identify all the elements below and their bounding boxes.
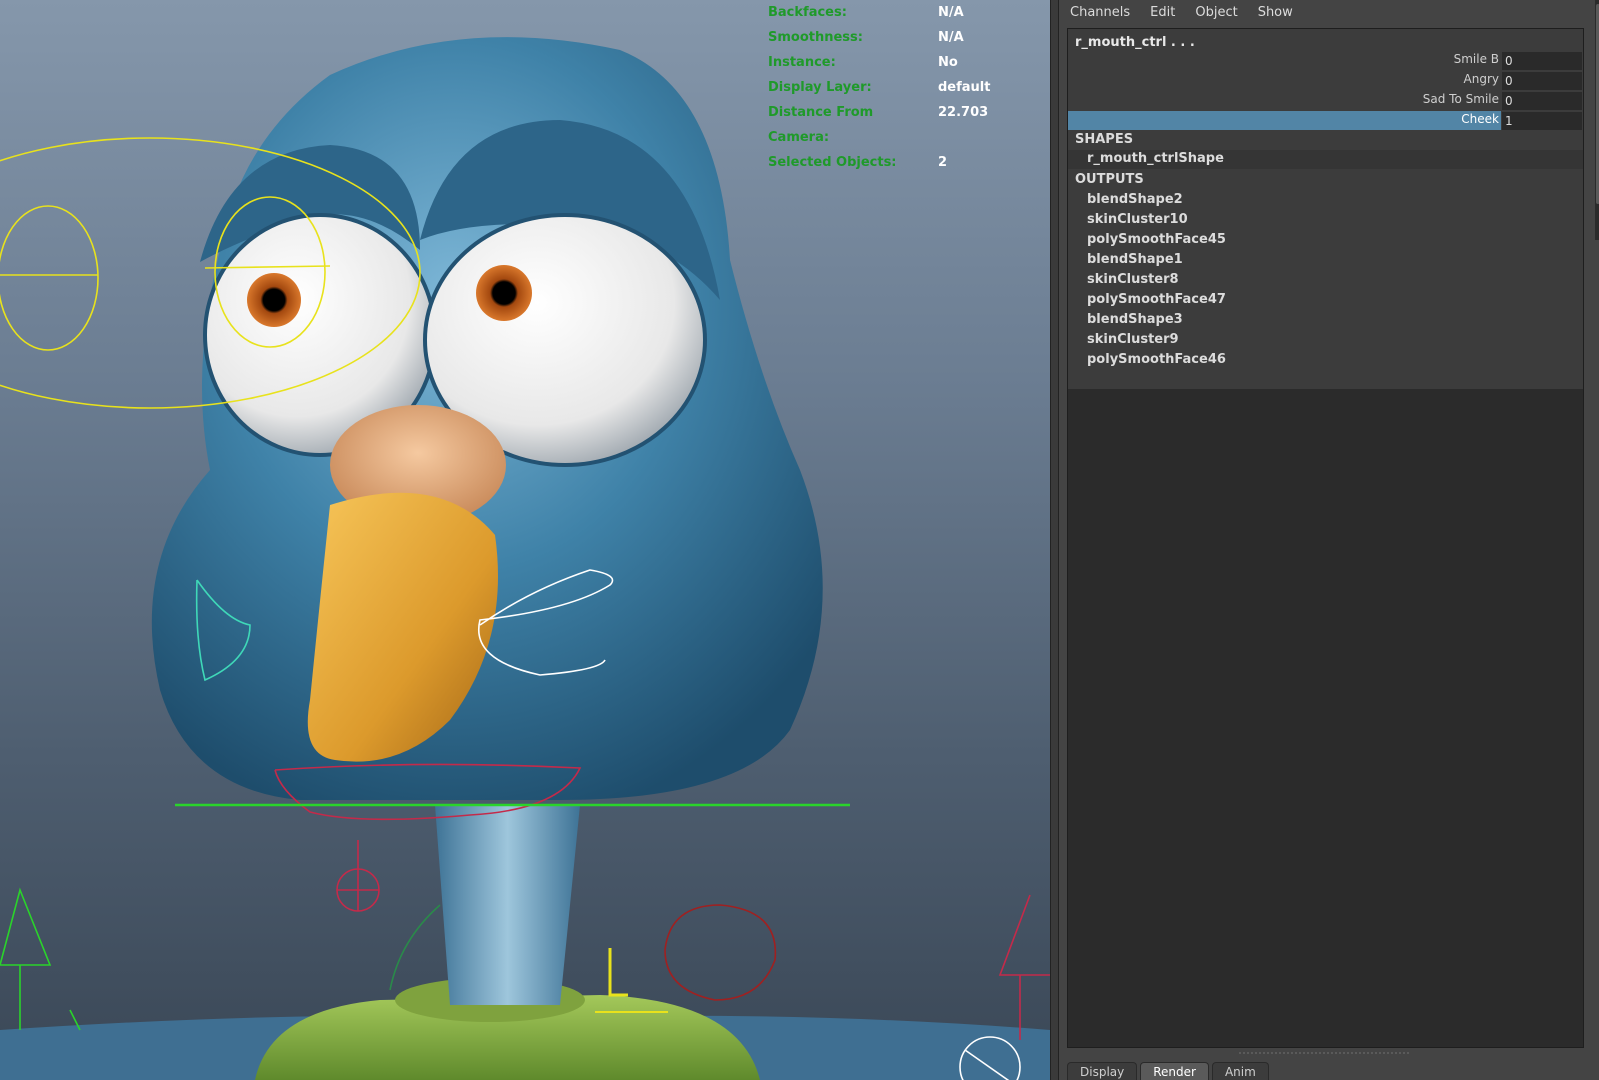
output-item[interactable]: polySmoothFace46 xyxy=(1087,352,1226,367)
hud-label: Selected Objects: xyxy=(768,155,897,170)
hud-label: Display Layer: xyxy=(768,80,872,95)
panel-splitter[interactable] xyxy=(1050,0,1059,1080)
hud-label: Distance From Camera: xyxy=(768,105,874,145)
outputs-header: OUTPUTS xyxy=(1075,172,1144,187)
hud-row-distance-from-camera: Distance From Camera: 22.703 xyxy=(768,100,990,150)
hud-value: N/A xyxy=(938,5,964,20)
channel-box-content: r_mouth_ctrl . . . Smile B 0 Angry 0 Sad… xyxy=(1068,29,1583,389)
output-item[interactable]: polySmoothFace47 xyxy=(1087,292,1226,307)
output-item[interactable]: polySmoothFace45 xyxy=(1087,232,1226,247)
attribute-value-field[interactable]: 0 xyxy=(1502,72,1582,90)
channel-box-scrollbar[interactable] xyxy=(1595,0,1599,240)
attribute-row-smile-b[interactable]: Smile B 0 xyxy=(1068,51,1583,70)
attribute-value-field[interactable]: 0 xyxy=(1502,52,1582,70)
output-item[interactable]: skinCluster10 xyxy=(1087,212,1188,227)
3d-viewport[interactable]: Backfaces: N/A Smoothness: N/A Instance:… xyxy=(0,0,1050,1080)
output-item[interactable]: skinCluster8 xyxy=(1087,272,1179,287)
hud-label: Smoothness: xyxy=(768,30,863,45)
tab-anim[interactable]: Anim xyxy=(1211,1062,1269,1080)
hud-row-backfaces: Backfaces: N/A xyxy=(768,0,990,25)
hud-row-instance: Instance: No xyxy=(768,50,990,75)
hud-value: 2 xyxy=(938,155,948,170)
output-item[interactable]: blendShape3 xyxy=(1087,312,1183,327)
attribute-row-cheek[interactable]: Cheek 1 xyxy=(1068,111,1583,130)
heads-up-display: Backfaces: N/A Smoothness: N/A Instance:… xyxy=(768,0,990,175)
tab-render[interactable]: Render xyxy=(1140,1062,1209,1080)
hud-value: default xyxy=(938,80,991,95)
hud-value: N/A xyxy=(938,30,964,45)
attribute-label[interactable]: Sad To Smile xyxy=(1423,92,1499,106)
selection-highlight xyxy=(1068,111,1501,130)
hud-label: Instance: xyxy=(768,55,836,70)
attribute-value-field[interactable]: 0 xyxy=(1502,92,1582,110)
hud-label: Backfaces: xyxy=(768,5,847,20)
attribute-label[interactable]: Cheek xyxy=(1461,112,1499,126)
hud-row-smoothness: Smoothness: N/A xyxy=(768,25,990,50)
menu-channels[interactable]: Channels xyxy=(1060,0,1140,26)
shapes-header: SHAPES xyxy=(1075,132,1134,147)
attribute-label[interactable]: Smile B xyxy=(1454,52,1499,66)
tab-display[interactable]: Display xyxy=(1067,1062,1138,1080)
hud-row-selected-objects: Selected Objects: 2 xyxy=(768,150,990,175)
hud-row-display-layer: Display Layer: default xyxy=(768,75,990,100)
layer-editor-tabs: Display Render Anim xyxy=(1067,1062,1272,1080)
channel-box-menubar: Channels Edit Object Show xyxy=(1059,0,1599,26)
shape-item[interactable]: r_mouth_ctrlShape xyxy=(1087,151,1224,166)
output-item[interactable]: skinCluster9 xyxy=(1087,332,1179,347)
hud-value: 22.703 xyxy=(938,105,989,120)
channel-box-panel: Channels Edit Object Show r_mouth_ctrl .… xyxy=(1059,0,1599,1080)
hud-value: No xyxy=(938,55,958,70)
attribute-label[interactable]: Angry xyxy=(1464,72,1499,86)
attribute-row-sad-to-smile[interactable]: Sad To Smile 0 xyxy=(1068,91,1583,110)
menu-object[interactable]: Object xyxy=(1185,0,1247,26)
attribute-value-field[interactable]: 1 xyxy=(1502,112,1582,130)
resize-grip[interactable] xyxy=(1239,1052,1409,1057)
menu-edit[interactable]: Edit xyxy=(1140,0,1185,26)
output-item[interactable]: blendShape2 xyxy=(1087,192,1183,207)
channel-box: r_mouth_ctrl . . . Smile B 0 Angry 0 Sad… xyxy=(1067,28,1584,1048)
attribute-row-angry[interactable]: Angry 0 xyxy=(1068,71,1583,90)
output-item[interactable]: blendShape1 xyxy=(1087,252,1183,267)
menu-show[interactable]: Show xyxy=(1248,0,1303,26)
shape-row[interactable]: r_mouth_ctrlShape xyxy=(1068,150,1583,169)
node-name[interactable]: r_mouth_ctrl . . . xyxy=(1075,35,1195,50)
